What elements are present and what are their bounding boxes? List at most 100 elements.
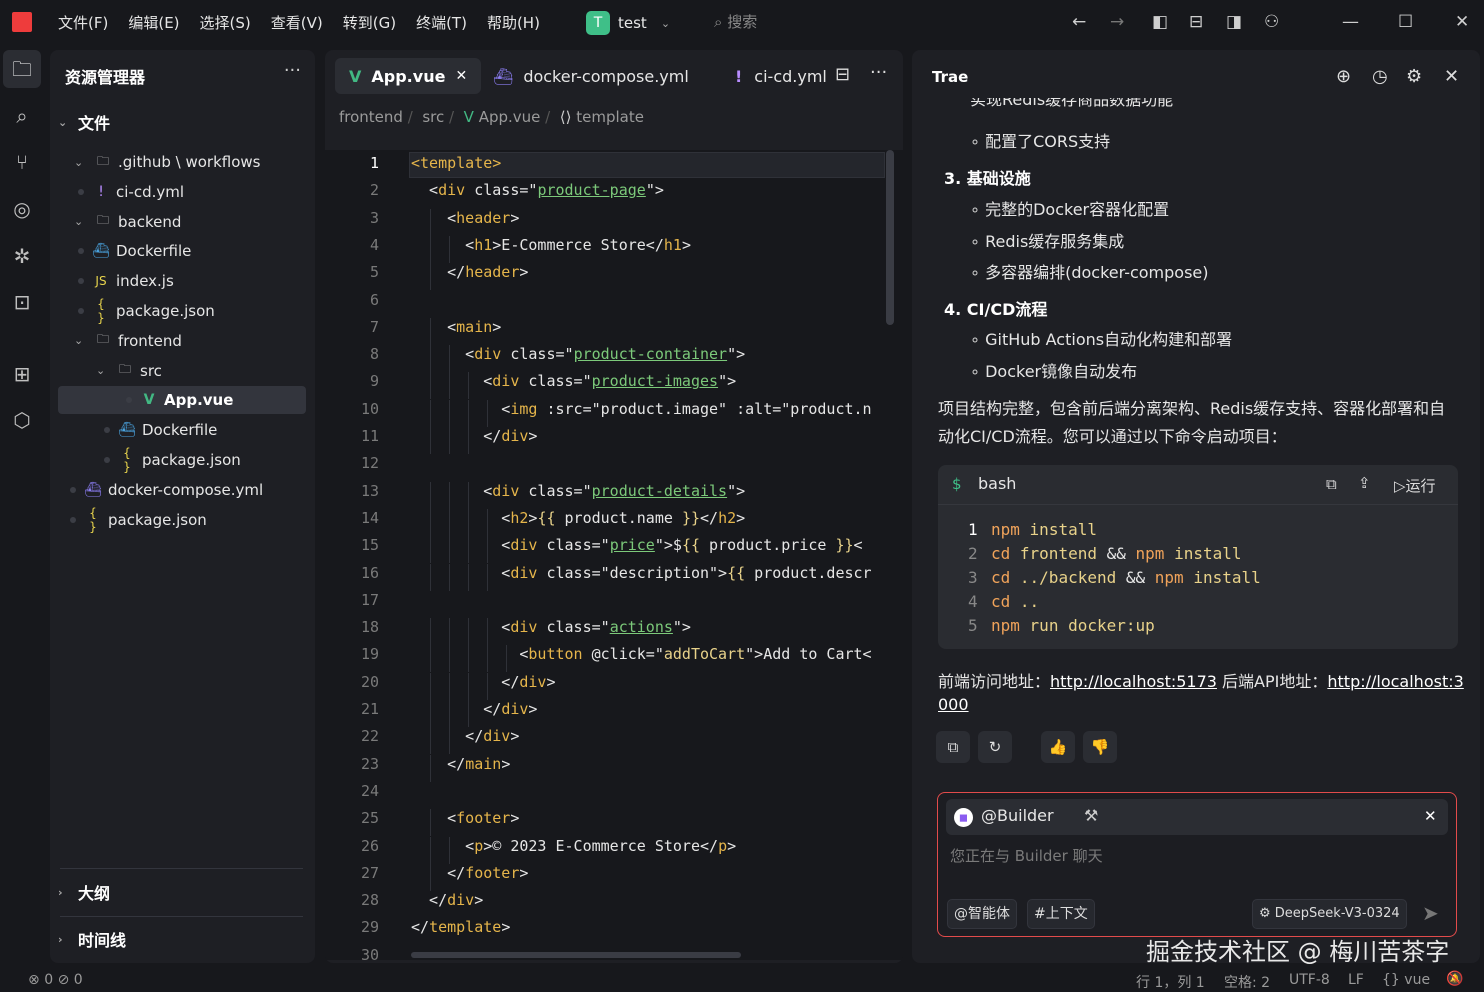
extensions-icon[interactable]: ⊞ <box>3 355 41 393</box>
code-token: {{ <box>537 508 556 527</box>
menu-item[interactable]: 编辑(E) <box>128 12 179 33</box>
search-icon[interactable]: ⌕ <box>3 97 41 135</box>
account-icon[interactable]: ⚇ <box>1264 12 1279 32</box>
wrench-icon[interactable]: ⚒ <box>1084 806 1098 825</box>
tree-folder[interactable]: ⌄ 🗀 frontend <box>58 327 306 355</box>
backend-url-link-cont[interactable]: 000 <box>938 695 969 714</box>
agent-chip[interactable]: @智能体 <box>947 899 1017 929</box>
minimize-icon[interactable]: — <box>1342 12 1359 32</box>
vertical-scrollbar[interactable] <box>886 150 894 325</box>
horizontal-scrollbar[interactable] <box>411 952 741 958</box>
code-token: < <box>411 618 511 637</box>
remote-icon[interactable]: ◎ <box>3 190 41 228</box>
frontend-url-link[interactable]: http://localhost:5173 <box>1050 672 1217 691</box>
chat-input[interactable]: 您正在与 Builder 聊天 <box>950 845 1103 866</box>
line-ending[interactable]: LF <box>1348 972 1364 988</box>
split-editor-icon[interactable]: ⊟ <box>835 64 850 85</box>
context-chip[interactable]: #上下文 <box>1027 899 1095 929</box>
model-selector[interactable]: ⚙ DeepSeek-V3-0324 <box>1252 899 1407 929</box>
thumbs-down-button[interactable]: 👎 <box>1083 731 1117 763</box>
notifications-icon[interactable]: 🔕 <box>1446 971 1463 987</box>
breadcrumb: frontend / src / V App.vue / ⟨⟩ template <box>339 108 644 126</box>
folder-icon: 🗀 <box>96 153 109 168</box>
tree-folder[interactable]: ⌄ 🗀 backend <box>58 208 306 236</box>
forward-arrow-icon[interactable]: → <box>1110 12 1124 32</box>
source-control-icon[interactable]: ⑂ <box>3 143 41 181</box>
tree-folder[interactable]: ⌄ 🗀 src <box>58 357 306 385</box>
regenerate-button[interactable]: ↻ <box>978 731 1012 763</box>
code-token: @click=" <box>582 645 664 664</box>
chevron-down-icon: ⌄ <box>74 155 84 169</box>
tree-file[interactable]: ⛴ Dockerfile <box>58 416 306 444</box>
menu-item[interactable]: 文件(F) <box>58 12 108 33</box>
breadcrumb-src[interactable]: src <box>422 108 444 126</box>
breadcrumb-frontend[interactable]: frontend <box>339 108 403 126</box>
close-tab-icon[interactable]: ✕ <box>455 68 467 84</box>
tree-bullet <box>78 188 84 195</box>
menu-bar: 文件(F) 编辑(E) 选择(S) 查看(V) 转到(G) 终端(T) 帮助(H) T te… <box>0 0 1484 45</box>
package-icon[interactable]: ⬡ <box>3 401 41 439</box>
menu-item[interactable]: 转到(G) <box>343 12 396 33</box>
files-section-header[interactable]: ⌄ 文件 <box>58 102 110 142</box>
project-switcher[interactable]: T test ⌄ <box>586 11 670 35</box>
menu-item[interactable]: 帮助(H) <box>487 12 540 33</box>
tree-file[interactable]: V App.vue <box>58 386 306 415</box>
close-window-icon[interactable]: ✕ <box>1455 12 1469 32</box>
cursor-position[interactable]: 行 1，列 1 <box>1136 972 1205 992</box>
tab-ci-cd[interactable]: ! ci-cd.yml <box>735 58 827 94</box>
watermark: 掘金技术社区 @ 梅川苦茶字 <box>1146 938 1450 966</box>
run-button[interactable]: ▷运行 <box>1394 475 1436 496</box>
toggle-right-panel-icon[interactable]: ◨ <box>1226 12 1242 32</box>
tree-file[interactable]: { } package.json <box>58 297 306 325</box>
code-line: <div class="product-details"> <box>411 482 745 500</box>
backend-url-link[interactable]: http://localhost:3 <box>1327 672 1463 691</box>
code-area[interactable]: 1 <template> 2 <div class="product-page"> 3… <box>325 150 903 960</box>
tab-app-vue[interactable]: V App.vue ✕ <box>335 58 482 94</box>
indent-guide <box>468 672 469 700</box>
back-arrow-icon[interactable]: ← <box>1072 12 1086 32</box>
indentation[interactable]: 空格: 2 <box>1224 972 1270 992</box>
remote-explorer-icon[interactable]: ⊡ <box>3 283 41 321</box>
timeline-section-header[interactable]: › 时间线 <box>58 919 126 959</box>
code-token: div <box>492 481 520 500</box>
copy-icon[interactable]: ⧉ <box>1326 475 1337 493</box>
tree-folder[interactable]: ⌄ 🗀 .github \ workflows <box>58 148 306 176</box>
settings-gear-icon[interactable]: ⚙ <box>1406 66 1422 87</box>
breadcrumb-file[interactable]: App.vue <box>479 108 541 126</box>
tree-file[interactable]: ⛴ Dockerfile <box>58 237 306 265</box>
outline-section-header[interactable]: › 大纲 <box>58 872 110 912</box>
new-chat-icon[interactable]: ⊕ <box>1336 66 1351 87</box>
close-panel-icon[interactable]: ✕ <box>1444 66 1459 87</box>
tree-file[interactable]: ⛴ docker-compose.yml <box>58 476 306 504</box>
encoding[interactable]: UTF-8 <box>1289 972 1330 988</box>
tree-file[interactable]: { } package.json <box>58 506 306 534</box>
tree-file[interactable]: ! ci-cd.yml <box>58 178 306 206</box>
menu-item[interactable]: 查看(V) <box>271 12 323 33</box>
more-actions-icon[interactable]: ··· <box>870 62 887 83</box>
thumbs-up-button[interactable]: 👍 <box>1041 731 1075 763</box>
explorer-icon[interactable]: 🗀 <box>3 50 41 88</box>
breadcrumb-template[interactable]: template <box>576 108 644 126</box>
tree-file[interactable]: { } package.json <box>58 446 306 474</box>
maximize-icon[interactable]: ☐ <box>1398 12 1413 32</box>
chat-title: Trae <box>932 68 969 86</box>
close-agent-icon[interactable]: ✕ <box>1424 807 1437 825</box>
insert-icon[interactable]: ⇪ <box>1358 474 1371 492</box>
history-icon[interactable]: ◷ <box>1372 66 1388 87</box>
tab-docker-compose[interactable]: ⛴ docker-compose.yml <box>493 58 689 94</box>
copy-message-button[interactable]: ⧉ <box>936 731 970 763</box>
language-mode[interactable]: {} vue <box>1382 972 1430 988</box>
toggle-left-panel-icon[interactable]: ◧ <box>1152 12 1168 32</box>
problems-indicator[interactable]: ⊗ 0 ⊘ 0 <box>28 972 83 988</box>
line-number: 4 <box>369 235 379 254</box>
global-search[interactable]: ⌕ 搜索 <box>714 11 757 32</box>
debug-icon[interactable]: ✲ <box>3 237 41 275</box>
code-token: </ <box>411 863 466 882</box>
code-line: <button @click="addToCart">Add to Cart< <box>411 645 871 664</box>
send-icon[interactable]: ➤ <box>1422 901 1439 925</box>
more-actions-icon[interactable]: ··· <box>284 60 301 81</box>
tree-file[interactable]: JS index.js <box>58 267 306 295</box>
menu-item[interactable]: 选择(S) <box>200 12 251 33</box>
toggle-bottom-panel-icon[interactable]: ⊟ <box>1189 12 1203 32</box>
menu-item[interactable]: 终端(T) <box>416 12 467 33</box>
